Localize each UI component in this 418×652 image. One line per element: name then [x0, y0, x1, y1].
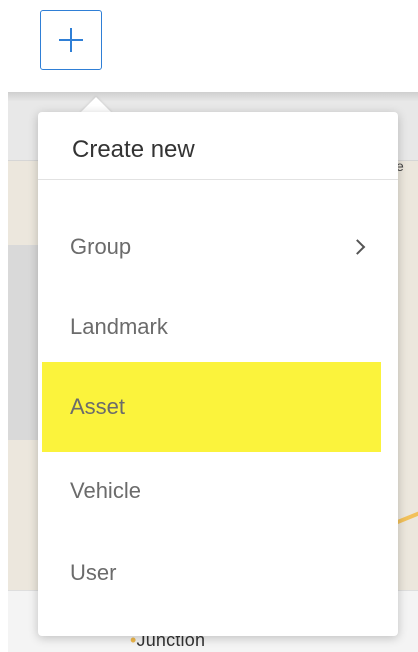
map-top-border — [8, 92, 418, 102]
menu-caret — [80, 97, 112, 113]
menu-item-group[interactable]: Group — [42, 202, 381, 292]
add-new-button[interactable] — [40, 10, 102, 70]
menu-item-vehicle[interactable]: Vehicle — [42, 446, 381, 536]
menu-item-label: Landmark — [70, 314, 168, 339]
map-side-panel — [8, 245, 38, 440]
menu-item-label: Asset — [70, 394, 126, 419]
menu-item-label: User — [70, 560, 117, 585]
menu-header: Create new — [38, 112, 398, 180]
app-screen: e •Junction Create new Group Landmark As… — [0, 0, 418, 652]
create-new-menu: Create new Group Landmark Asset Vehicle … — [38, 112, 398, 636]
menu-title: Create new — [72, 136, 195, 163]
menu-item-asset[interactable]: Asset — [42, 362, 381, 452]
menu-item-label: Group — [70, 234, 132, 259]
plus-icon — [59, 28, 83, 52]
menu-item-user[interactable]: User — [42, 528, 381, 618]
menu-item-landmark[interactable]: Landmark — [42, 282, 381, 372]
menu-item-label: Vehicle — [70, 478, 141, 503]
chevron-right-icon — [349, 239, 366, 255]
